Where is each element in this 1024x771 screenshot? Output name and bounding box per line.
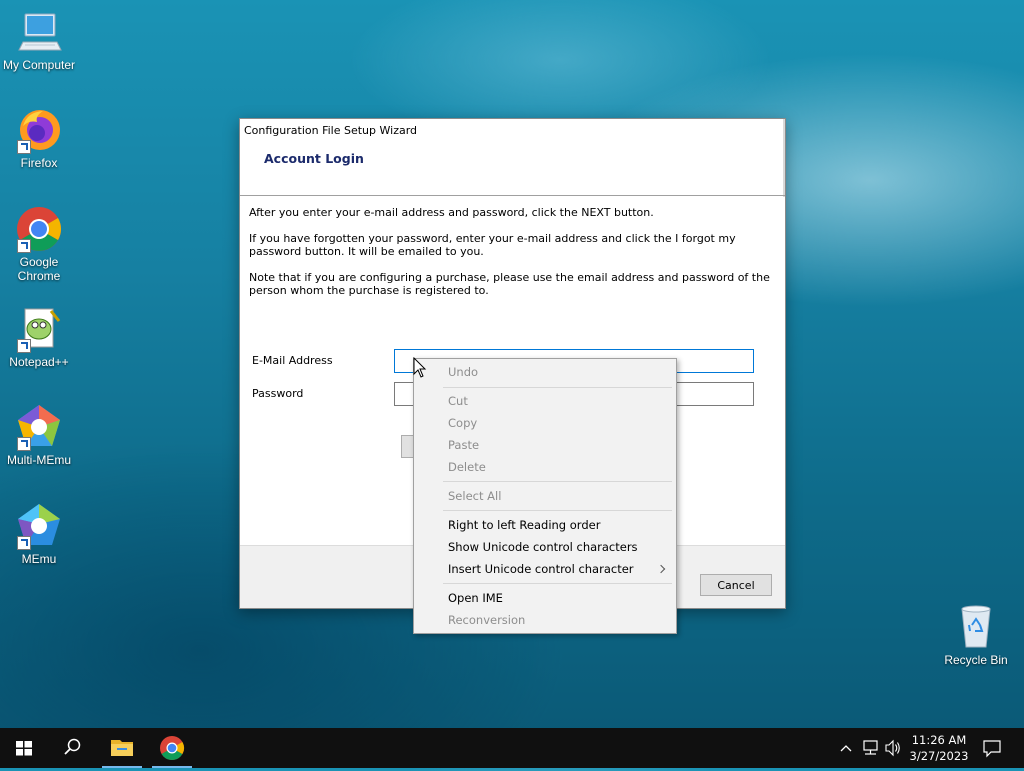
search-icon [64,738,81,755]
desktop-icon-label: MEmu [21,552,57,566]
desktop-icon-notepadpp[interactable]: Notepad++ [1,305,77,369]
shortcut-arrow-icon [17,239,31,253]
menu-item-cut[interactable]: Cut [448,390,468,412]
header-edge [783,119,785,197]
desktop-icon-recycle-bin[interactable]: Recycle Bin [938,603,1014,667]
window-title: Configuration File Setup Wizard [244,124,418,137]
menu-separator [443,583,672,584]
instruction-text: After you enter your e-mail address and … [249,206,654,219]
desktop-icon-firefox[interactable]: Firefox [1,106,77,170]
desktop-icon-label: Firefox [20,156,58,170]
chrome-icon [160,736,185,761]
menu-item-copy[interactable]: Copy [448,412,477,434]
menu-item-rtl-reading-order[interactable]: Right to left Reading order [448,514,600,536]
desktop-icon-label: Recycle Bin [944,653,1008,667]
notification-icon [983,740,1001,758]
purchase-note-text: Note that if you are configuring a purch… [249,271,770,297]
menu-separator [443,387,672,388]
memu-icon [15,502,63,550]
desktop-icon-chrome[interactable]: Google Chrome [1,205,77,283]
password-label: Password [252,387,304,400]
mouse-cursor-icon [413,356,427,382]
start-button[interactable] [0,728,48,768]
notepadpp-icon [15,305,63,353]
menu-item-insert-unicode[interactable]: Insert Unicode control character [448,558,634,580]
menu-separator [443,510,672,511]
taskbar-clock[interactable]: 11:26 AM 3/27/2023 [905,732,973,764]
network-tray-button[interactable] [860,728,882,768]
file-explorer-button[interactable] [98,728,146,768]
chevron-up-icon [840,745,852,752]
folder-icon [111,740,133,756]
speaker-icon [885,739,900,757]
cancel-button[interactable]: Cancel [700,574,772,596]
shortcut-arrow-icon [17,437,31,451]
multi-memu-icon [15,403,63,451]
menu-item-reconversion[interactable]: Reconversion [448,609,525,631]
menu-item-show-unicode[interactable]: Show Unicode control characters [448,536,638,558]
desktop-icon-label: My Computer [2,58,76,72]
shortcut-arrow-icon [17,339,31,353]
windows-start-icon [16,741,32,756]
chrome-taskbar-button[interactable] [148,728,196,768]
taskbar: 11:26 AM 3/27/2023 [0,728,1024,768]
desktop-icon-label: Notepad++ [9,355,69,369]
menu-separator [443,481,672,482]
show-hidden-icons-button[interactable] [838,728,854,768]
submenu-chevron-icon [656,564,666,574]
menu-item-undo[interactable]: Undo [448,361,478,383]
firefox-icon [15,106,63,154]
recycle-bin-icon [952,603,1000,651]
computer-icon [15,8,63,56]
shortcut-arrow-icon [17,536,31,550]
forgot-password-text: If you have forgotten your password, ent… [249,232,736,258]
desktop-icon-memu[interactable]: MEmu [1,502,77,566]
chrome-icon [15,205,63,253]
network-icon [863,740,878,755]
desktop-icon-label: Multi-MEmu [6,453,71,467]
desktop-icon-label: Google Chrome [17,255,61,283]
desktop-icon-multi-memu[interactable]: Multi-MEmu [1,403,77,467]
email-label: E-Mail Address [252,354,333,367]
search-button[interactable] [48,728,96,768]
menu-item-open-ime[interactable]: Open IME [448,587,503,609]
menu-item-select-all[interactable]: Select All [448,485,501,507]
context-menu: Undo Cut Copy Paste Delete Select All Ri… [413,358,677,634]
page-title: Account Login [264,151,364,166]
volume-tray-button[interactable] [883,728,903,768]
header-divider [240,195,785,196]
menu-item-paste[interactable]: Paste [448,434,479,456]
clock-date: 3/27/2023 [909,749,969,763]
clock-time: 11:26 AM [911,733,967,747]
desktop-icon-my-computer[interactable]: My Computer [1,8,77,72]
menu-item-delete[interactable]: Delete [448,456,486,478]
action-center-button[interactable] [978,728,1006,768]
shortcut-arrow-icon [17,140,31,154]
